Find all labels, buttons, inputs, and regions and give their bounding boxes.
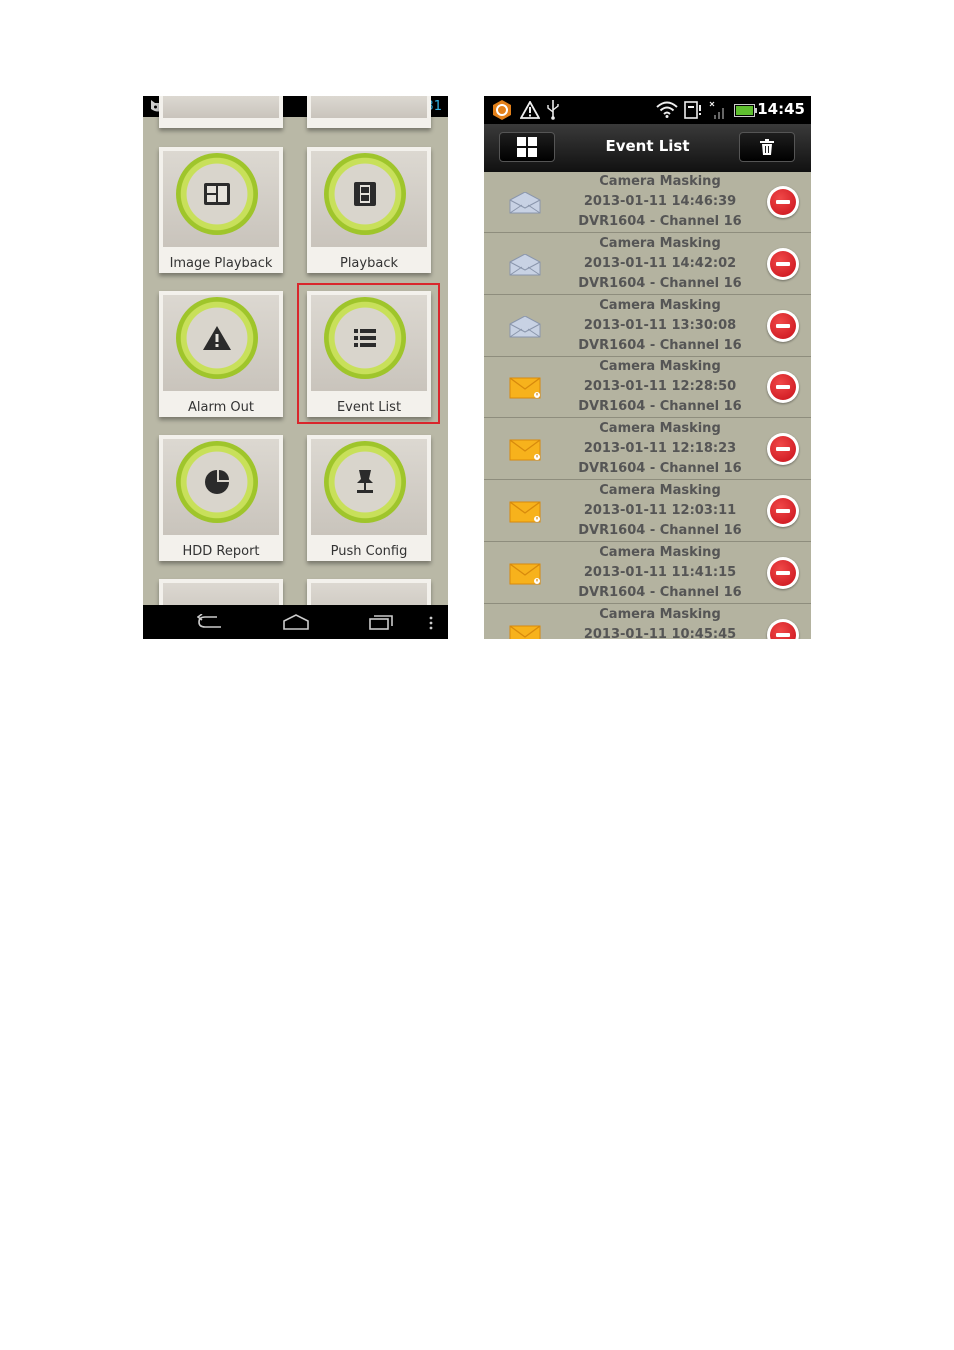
delete-event-button[interactable] bbox=[767, 433, 799, 466]
tile-partial-top-right[interactable] bbox=[307, 96, 431, 128]
right-phone-screen: 14:45 Event List Camera Masking 2013-01-1… bbox=[484, 96, 811, 639]
tile-playback[interactable]: Playback bbox=[307, 147, 431, 273]
usb-icon bbox=[547, 100, 559, 120]
film-icon bbox=[338, 167, 392, 221]
overflow-menu-icon[interactable] bbox=[429, 616, 433, 630]
event-list-highlight-box bbox=[297, 283, 440, 424]
trash-icon bbox=[760, 139, 774, 155]
tile-image-playback[interactable]: Image Playback bbox=[159, 147, 283, 273]
delete-event-button[interactable] bbox=[767, 186, 799, 218]
event-details: Camera Masking 2013-01-11 12:18:23 DVR1604… bbox=[544, 419, 776, 479]
event-list-item[interactable]: Camera Masking 2013-01-11 12:18:23 DVR1604… bbox=[484, 419, 811, 481]
tile-label: Push Config bbox=[330, 544, 408, 559]
navigation-bar bbox=[143, 605, 448, 639]
event-datetime: 2013-01-11 13:30:08 bbox=[583, 317, 737, 333]
tile-push-config[interactable]: Push Config bbox=[307, 435, 431, 561]
layout-grid-icon bbox=[190, 167, 244, 221]
unread-envelope-icon bbox=[509, 377, 541, 403]
home-icon[interactable] bbox=[283, 614, 309, 630]
app-notification-icon bbox=[493, 100, 511, 120]
event-datetime: 2013-01-11 12:03:11 bbox=[583, 503, 737, 518]
event-list-item[interactable]: Camera Masking 2013-01-11 13:30:08 DVR1604… bbox=[484, 296, 811, 357]
event-type: Camera Masking bbox=[599, 421, 721, 437]
tile-label: Alarm Out bbox=[188, 400, 254, 415]
event-details: Camera Masking 2013-01-11 10:45:45 bbox=[544, 605, 776, 639]
status-bar: 14:45 bbox=[484, 96, 811, 124]
no-signal-icon bbox=[709, 101, 724, 119]
event-details: Camera Masking 2013-01-11 14:46:39 DVR1604… bbox=[544, 172, 776, 232]
event-list-item[interactable]: Camera Masking 2013-01-11 11:41:15 DVR1604… bbox=[484, 543, 811, 604]
tile-label: HDD Report bbox=[182, 544, 260, 559]
event-list-item[interactable]: Camera Masking 2013-01-11 12:28:50 DVR1604… bbox=[484, 357, 811, 419]
event-details: Camera Masking 2013-01-11 11:41:15 DVR1604… bbox=[544, 543, 776, 603]
wifi-icon bbox=[656, 101, 678, 118]
tile-hdd-report[interactable]: HDD Report bbox=[159, 435, 283, 561]
unread-envelope-icon bbox=[509, 625, 541, 639]
read-envelope-icon bbox=[509, 253, 541, 280]
event-datetime: 2013-01-11 12:18:23 bbox=[583, 441, 737, 457]
app-header: Event List bbox=[484, 124, 811, 172]
event-list-item[interactable]: Camera Masking 2013-01-11 14:42:02 DVR1604… bbox=[484, 234, 811, 295]
recent-apps-icon[interactable] bbox=[369, 614, 395, 630]
event-source: DVR1604 - Channel 16 bbox=[578, 584, 742, 600]
tile-partial-top-left[interactable] bbox=[159, 96, 283, 128]
event-details: Camera Masking 2013-01-11 12:28:50 DVR1604… bbox=[544, 357, 776, 417]
event-details: Camera Masking 2013-01-11 14:42:02 DVR1604… bbox=[544, 234, 776, 294]
event-datetime: 2013-01-11 14:46:39 bbox=[583, 194, 737, 209]
event-type: Camera Masking bbox=[599, 235, 721, 251]
back-icon[interactable] bbox=[197, 614, 223, 630]
event-source: DVR1604 - Channel 16 bbox=[578, 523, 742, 538]
event-details: Camera Masking 2013-01-11 13:30:08 DVR1604… bbox=[544, 296, 776, 356]
event-list-item[interactable]: Camera Masking 2013-01-11 12:03:11 DVR1604… bbox=[484, 481, 811, 542]
event-source: DVR1604 - Channel 16 bbox=[578, 399, 742, 415]
event-type: Camera Masking bbox=[599, 544, 721, 560]
event-source: DVR1604 - Channel 16 bbox=[578, 214, 742, 229]
delete-all-button[interactable] bbox=[739, 132, 795, 162]
event-source: DVR1604 - Channel 16 bbox=[578, 275, 742, 291]
delete-event-button[interactable] bbox=[767, 556, 799, 589]
event-source: DVR1604 - Channel 16 bbox=[578, 337, 742, 353]
delete-event-button[interactable] bbox=[767, 247, 799, 280]
read-envelope-icon bbox=[509, 191, 541, 218]
delete-event-button[interactable] bbox=[767, 309, 799, 342]
status-time: 14:45 bbox=[757, 100, 805, 118]
event-details: Camera Masking 2013-01-11 12:03:11 DVR1604… bbox=[544, 481, 776, 541]
event-datetime: 2013-01-11 14:42:02 bbox=[583, 255, 737, 271]
tile-label: Image Playback bbox=[169, 256, 273, 271]
delete-event-button[interactable] bbox=[767, 495, 799, 527]
push-pin-icon bbox=[338, 455, 392, 509]
tile-label: Playback bbox=[339, 256, 398, 271]
event-datetime: 2013-01-11 11:41:15 bbox=[583, 564, 737, 580]
event-list-item[interactable]: Camera Masking 2013-01-11 10:45:45 bbox=[484, 605, 811, 639]
pie-chart-icon bbox=[190, 455, 244, 509]
event-datetime: 2013-01-11 10:45:45 bbox=[583, 626, 737, 639]
event-type: Camera Masking bbox=[599, 606, 721, 622]
read-envelope-icon bbox=[509, 315, 541, 342]
event-datetime: 2013-01-11 12:28:50 bbox=[583, 379, 737, 395]
unread-envelope-icon bbox=[509, 439, 541, 465]
event-type: Camera Masking bbox=[599, 297, 721, 313]
event-type: Camera Masking bbox=[599, 359, 721, 375]
data-icon bbox=[684, 101, 701, 119]
event-list-item[interactable]: Camera Masking 2013-01-11 14:46:39 DVR1604… bbox=[484, 172, 811, 233]
unread-envelope-icon bbox=[509, 501, 541, 527]
delete-event-button[interactable] bbox=[767, 371, 799, 404]
event-source: DVR1604 - Channel 16 bbox=[578, 461, 742, 477]
tile-alarm-out[interactable]: Alarm Out bbox=[159, 291, 283, 417]
battery-icon bbox=[734, 104, 757, 117]
unread-envelope-icon bbox=[509, 563, 541, 589]
warning-notification-icon bbox=[520, 101, 540, 119]
event-type: Camera Masking bbox=[599, 483, 721, 498]
warning-icon bbox=[190, 311, 244, 365]
event-type: Camera Masking bbox=[599, 174, 721, 189]
